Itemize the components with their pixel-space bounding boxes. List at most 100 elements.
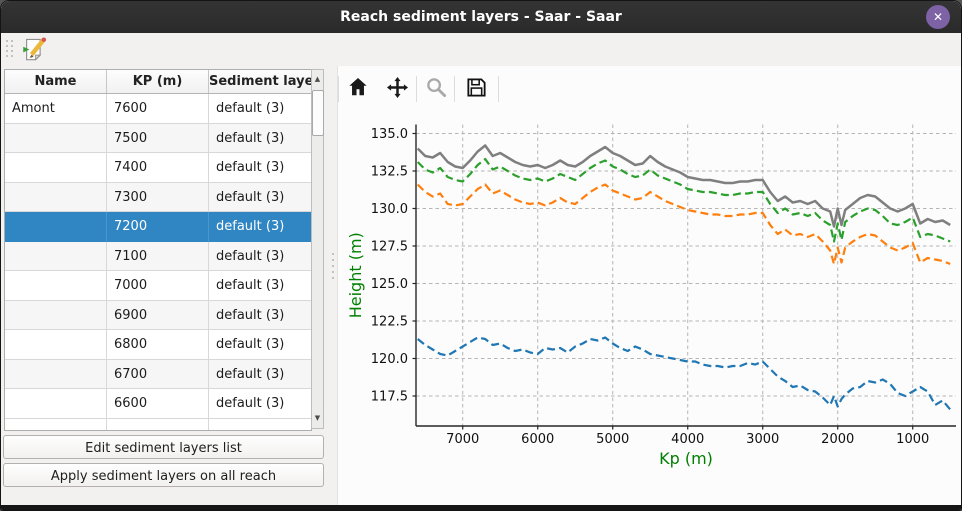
x-axis-label: Kp (m) (659, 449, 713, 468)
table-row[interactable]: 7000default (3) (5, 271, 311, 301)
chart-canvas[interactable]: 7000600050004000300020001000135.0132.513… (337, 107, 962, 507)
table-cell[interactable] (5, 389, 107, 419)
toolbar-drag-handle[interactable] (6, 40, 16, 60)
table-cell[interactable]: default (3) (209, 94, 311, 124)
table-row-partial[interactable] (5, 419, 311, 432)
table-cell[interactable] (5, 330, 107, 360)
sediment-table: Name KP (m) Sediment layers Amont7600def… (4, 69, 312, 431)
table-cell[interactable]: default (3) (209, 389, 311, 419)
table-cell[interactable]: 7100 (107, 242, 209, 272)
series_blue-line (418, 338, 951, 410)
home-icon (347, 76, 369, 102)
toolbar-separator (338, 76, 339, 102)
table-cell[interactable]: default (3) (209, 360, 311, 390)
titlebar[interactable]: Reach sediment layers - Saar - Saar ✕ (1, 1, 961, 33)
table-cell[interactable]: Amont (5, 94, 107, 124)
table-cell[interactable]: default (3) (209, 124, 311, 154)
y-tick-label: 125.0 (371, 277, 408, 292)
close-icon: ✕ (933, 10, 943, 24)
table-cell[interactable] (5, 242, 107, 272)
plot-home-button[interactable] (343, 75, 373, 103)
x-tick-label: 3000 (746, 432, 779, 447)
toolbar-separator (498, 76, 499, 102)
table-cell[interactable]: 7200 (107, 212, 209, 242)
table-cell[interactable] (5, 301, 107, 331)
apply-sediment-layers-button[interactable]: Apply sediment layers on all reach (3, 463, 324, 487)
series_gray-line (418, 146, 951, 227)
table-cell[interactable]: default (3) (209, 330, 311, 360)
table-cell[interactable] (5, 124, 107, 154)
table-cell[interactable]: 6700 (107, 360, 209, 390)
table-cell[interactable] (5, 419, 107, 432)
plot-pan-button[interactable] (382, 75, 412, 103)
column-header-name[interactable]: Name (5, 70, 107, 93)
table-cell[interactable]: 7500 (107, 124, 209, 154)
table-cell[interactable] (5, 212, 107, 242)
table-row[interactable]: 7500default (3) (5, 124, 311, 154)
plot-toolbar (337, 73, 957, 105)
left-panel: Name KP (m) Sediment layers Amont7600def… (1, 66, 337, 505)
toolbar-separator (416, 76, 417, 102)
table-cell[interactable] (209, 419, 311, 432)
y-tick-label: 132.5 (371, 165, 408, 180)
pan-arrows-icon (386, 76, 409, 103)
x-tick-label: 6000 (521, 432, 554, 447)
panel-splitter-handle[interactable] (331, 253, 335, 283)
main-toolbar (1, 33, 961, 67)
table-cell[interactable]: default (3) (209, 212, 311, 242)
table-cell[interactable]: 7300 (107, 183, 209, 213)
table-cell[interactable]: 6600 (107, 389, 209, 419)
zoom-magnifier-icon (425, 76, 448, 103)
scrollbar-down-arrow[interactable]: ▼ (312, 409, 323, 428)
table-cell[interactable] (5, 271, 107, 301)
table-cell[interactable] (5, 360, 107, 390)
table-cell[interactable]: default (3) (209, 153, 311, 183)
table-header: Name KP (m) Sediment layers (5, 70, 311, 94)
table-row[interactable]: 7300default (3) (5, 183, 311, 213)
table-cell[interactable]: default (3) (209, 242, 311, 272)
table-row[interactable]: Amont7600default (3) (5, 94, 311, 124)
y-tick-label: 120.0 (371, 352, 408, 367)
window-title: Reach sediment layers - Saar - Saar (1, 1, 961, 33)
table-cell[interactable]: 7400 (107, 153, 209, 183)
x-tick-label: 1000 (896, 432, 929, 447)
table-cell[interactable]: 7600 (107, 94, 209, 124)
table-row[interactable]: 6800default (3) (5, 330, 311, 360)
table-cell[interactable] (5, 183, 107, 213)
plot-zoom-button[interactable] (421, 75, 451, 103)
table-row[interactable]: 7400default (3) (5, 153, 311, 183)
table-row[interactable]: 6600default (3) (5, 389, 311, 419)
close-button[interactable]: ✕ (926, 5, 950, 29)
table-cell[interactable]: 7000 (107, 271, 209, 301)
y-tick-label: 122.5 (371, 315, 408, 330)
edit-note-icon (21, 48, 48, 67)
table-cell[interactable]: default (3) (209, 183, 311, 213)
y-axis-label: Height (m) (346, 232, 365, 318)
y-tick-label: 117.5 (371, 390, 408, 405)
table-row[interactable]: 7100default (3) (5, 242, 311, 272)
scrollbar-thumb[interactable] (312, 90, 324, 136)
table-scrollbar[interactable]: ▲ ▼ (311, 69, 324, 429)
sediment-table-body: Amont7600default (3)7500default (3)7400d… (5, 94, 311, 431)
column-header-layers[interactable]: Sediment layers (209, 70, 311, 93)
table-cell[interactable]: default (3) (209, 301, 311, 331)
table-row[interactable]: 6900default (3) (5, 301, 311, 331)
reach-sediment-layers-window: Reach sediment layers - Saar - Saar ✕ (0, 0, 962, 511)
plot-save-button[interactable] (461, 75, 491, 103)
table-cell[interactable] (107, 419, 209, 432)
column-header-kp[interactable]: KP (m) (107, 70, 209, 93)
table-cell[interactable] (5, 153, 107, 183)
window-bottom-edge (1, 505, 961, 510)
table-cell[interactable]: default (3) (209, 271, 311, 301)
edit-sediment-layers-list-button[interactable]: Edit sediment layers list (3, 435, 324, 459)
scrollbar-up-arrow[interactable]: ▲ (312, 70, 323, 89)
edit-sediment-button[interactable] (21, 36, 48, 63)
y-tick-label: 130.0 (371, 202, 408, 217)
table-cell[interactable]: 6900 (107, 301, 209, 331)
save-floppy-icon (465, 76, 488, 103)
table-row[interactable]: 7200default (3) (5, 212, 311, 242)
table-cell[interactable]: 6800 (107, 330, 209, 360)
table-row[interactable]: 6700default (3) (5, 360, 311, 390)
x-tick-label: 4000 (671, 432, 704, 447)
x-tick-label: 7000 (446, 432, 479, 447)
